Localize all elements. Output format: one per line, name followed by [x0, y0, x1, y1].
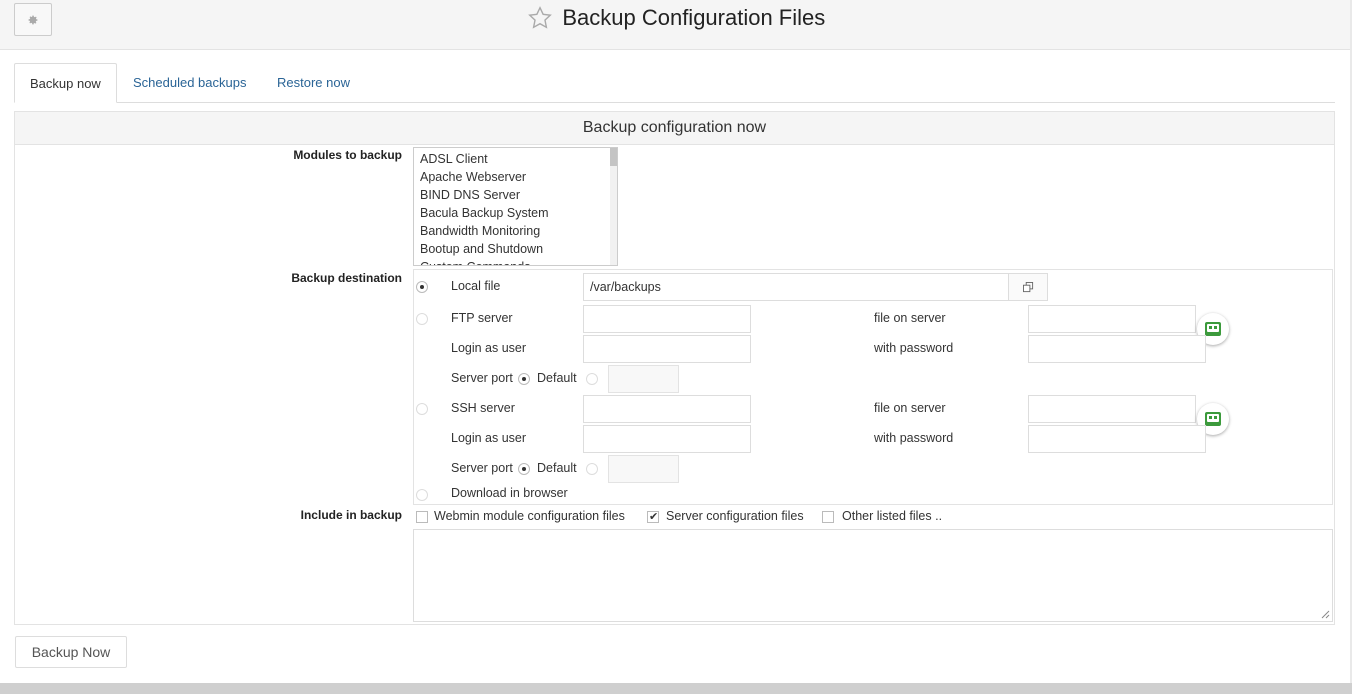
webmin-config-checkbox[interactable]	[416, 511, 428, 523]
key-icon	[1205, 412, 1221, 426]
ftp-server-radio[interactable]	[416, 313, 428, 325]
ftp-port-label: Server port	[451, 371, 513, 385]
ftp-login-input[interactable]	[583, 335, 751, 363]
list-item[interactable]: ADSL Client	[414, 150, 617, 168]
ssh-file-label: file on server	[874, 401, 946, 415]
modules-listbox[interactable]: ADSL Client Apache Webserver BIND DNS Se…	[413, 147, 618, 266]
ftp-port-default-label: Default	[537, 371, 577, 385]
list-item[interactable]: Apache Webserver	[414, 168, 617, 186]
server-config-label: Server configuration files	[666, 509, 804, 523]
list-item[interactable]: Bandwidth Monitoring	[414, 222, 617, 240]
file-chooser-button[interactable]	[1008, 273, 1048, 301]
scrollbar-thumb[interactable]	[610, 148, 617, 166]
ssh-port-default-radio[interactable]	[518, 463, 530, 475]
ftp-server-input[interactable]	[583, 305, 751, 333]
download-browser-label: Download in browser	[451, 486, 568, 500]
tab-restore-now[interactable]: Restore now	[262, 63, 365, 103]
tab-bar: Backup now Scheduled backups Restore now	[14, 63, 1335, 103]
ssh-port-input[interactable]	[608, 455, 679, 483]
ssh-port-default-label: Default	[537, 461, 577, 475]
ftp-port-default-radio[interactable]	[518, 373, 530, 385]
list-item[interactable]: BIND DNS Server	[414, 186, 617, 204]
panel-title: Backup configuration now	[15, 112, 1334, 145]
list-item[interactable]: Bacula Backup System	[414, 204, 617, 222]
listbox-scrollbar[interactable]	[610, 148, 617, 265]
star-icon[interactable]	[527, 5, 553, 31]
top-bar: Backup Configuration Files	[0, 0, 1352, 50]
download-browser-radio[interactable]	[416, 489, 428, 501]
ftp-port-custom-radio[interactable]	[586, 373, 598, 385]
footer-bar	[0, 683, 1352, 694]
server-config-checkbox[interactable]	[647, 510, 659, 523]
local-file-label: Local file	[451, 279, 501, 293]
ftp-login-label: Login as user	[451, 341, 527, 355]
ssh-password-input[interactable]	[1028, 425, 1206, 453]
resize-handle-icon[interactable]	[1321, 610, 1330, 619]
ssh-server-input[interactable]	[583, 395, 751, 423]
ssh-file-input[interactable]	[1028, 395, 1196, 423]
ssh-login-input[interactable]	[583, 425, 751, 453]
include-label: Include in backup	[300, 508, 402, 522]
list-item[interactable]: Custom Commands	[414, 258, 617, 265]
file-chooser-icon	[1022, 281, 1033, 292]
webmin-config-label: Webmin module configuration files	[434, 509, 625, 523]
ftp-port-input[interactable]	[608, 365, 679, 393]
other-files-label: Other listed files ..	[842, 509, 943, 523]
ssh-server-radio[interactable]	[416, 403, 428, 415]
ftp-server-label: FTP server	[451, 311, 513, 325]
ssh-port-custom-radio[interactable]	[586, 463, 598, 475]
local-file-radio[interactable]	[416, 281, 428, 293]
other-files-checkbox[interactable]	[822, 511, 834, 523]
ssh-port-label: Server port	[451, 461, 513, 475]
modules-label: Modules to backup	[293, 148, 402, 162]
page-title: Backup Configuration Files	[562, 5, 826, 30]
destination-label: Backup destination	[291, 271, 402, 285]
ssh-server-label: SSH server	[451, 401, 515, 415]
ftp-file-input[interactable]	[1028, 305, 1196, 333]
ssh-login-label: Login as user	[451, 431, 527, 445]
ssh-password-label: with password	[874, 431, 954, 445]
ftp-password-input[interactable]	[1028, 335, 1206, 363]
tab-backup-now[interactable]: Backup now	[14, 63, 117, 103]
backup-now-button[interactable]: Backup Now	[15, 636, 127, 668]
list-item[interactable]: Bootup and Shutdown	[414, 240, 617, 258]
key-icon	[1205, 322, 1221, 336]
other-files-textarea[interactable]	[413, 529, 1333, 622]
local-file-input[interactable]	[583, 273, 1009, 301]
ftp-file-label: file on server	[874, 311, 946, 325]
tab-scheduled-backups[interactable]: Scheduled backups	[118, 63, 261, 103]
ftp-password-label: with password	[874, 341, 954, 355]
